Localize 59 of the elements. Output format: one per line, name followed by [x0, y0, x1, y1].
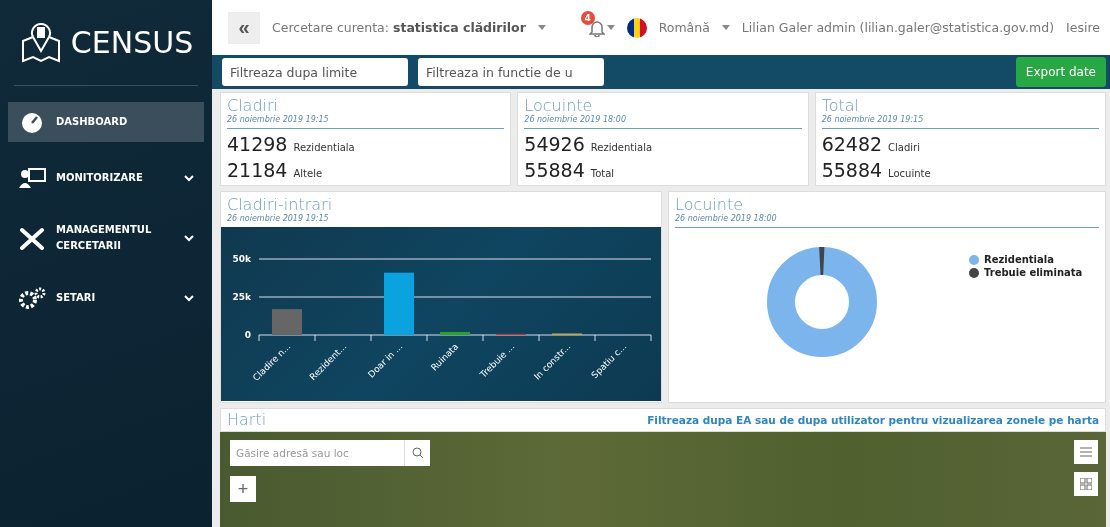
- legend-label: Trebuie eliminata: [984, 267, 1083, 278]
- card-date: 26 noiembrie 2019 19:15: [227, 214, 330, 223]
- stat-label: Rezidentiala: [293, 142, 355, 153]
- caret-icon: [721, 25, 730, 30]
- stat-value: 55884: [821, 159, 883, 181]
- caret-icon: [606, 25, 615, 30]
- layers-menu-icon[interactable]: [1074, 440, 1098, 464]
- stat-value: 21184: [227, 159, 288, 181]
- card-date: 26 noiembrie 2019 19:15: [821, 115, 1099, 129]
- axis-tick-label: 0: [244, 330, 251, 340]
- filter-field[interactable]: Filtreaza dupa limite: [222, 58, 408, 86]
- axis-tick-label: 50k: [232, 254, 251, 264]
- chevron-down-icon: [184, 294, 194, 302]
- caret-icon: [537, 25, 546, 30]
- user-name[interactable]: Lilian Galer admin (lilian.galer@statistica.gov.md): [741, 20, 1055, 35]
- sidebar-item[interactable]: MONITORIZARE: [8, 158, 204, 198]
- grid-icon[interactable]: [1074, 472, 1098, 496]
- map-hint: Filtreaza dupa EA sau de dupa utilizator pentru vizualizarea zonele pe harta: [647, 414, 1099, 426]
- current-research[interactable]: Cercetare curenta: statistica clădirilor: [272, 20, 526, 35]
- card-date: 26 noiembrie 2019 18:00: [524, 115, 802, 129]
- stat-label: Total: [590, 168, 615, 179]
- card-title: Total: [821, 97, 861, 115]
- bar: [384, 272, 414, 335]
- brand-name: CENSUS: [70, 25, 194, 60]
- language-selector[interactable]: Română: [658, 20, 710, 35]
- sidebar-item[interactable]: SETARI: [8, 278, 204, 318]
- card-title: Locuinte: [524, 97, 594, 115]
- notification-count: 4: [580, 10, 595, 25]
- tools-icon: [18, 226, 46, 250]
- stat-label: Rezidentiala: [590, 142, 653, 153]
- card-date: 26 noiembrie 2019 18:00: [675, 214, 1099, 228]
- chevron-down-icon: [184, 174, 194, 182]
- card-title: Locuinte: [675, 196, 745, 214]
- satellite-map[interactable]: Găsire adresă sau loc +: [220, 432, 1106, 527]
- chevron-down-icon: [184, 234, 194, 242]
- card-title: Harti: [227, 411, 267, 429]
- gears-icon: [18, 286, 46, 310]
- stat-value: 54926: [524, 133, 585, 155]
- stat-value: 55884: [524, 159, 585, 181]
- bar: [272, 309, 302, 335]
- stat-label: Cladiri: [888, 142, 920, 153]
- zoom-in-button[interactable]: +: [230, 476, 256, 502]
- card-date: 26 noiembrie 2019 19:15: [227, 115, 505, 129]
- axis-tick-label: 25k: [232, 292, 251, 302]
- sidebar-item[interactable]: MANAGEMENTUL CERCETARII: [8, 214, 204, 262]
- card-title: Cladiri: [227, 97, 280, 115]
- stat-label: Altele: [293, 168, 323, 179]
- bar: [440, 331, 470, 335]
- stat-value: 62482: [821, 133, 883, 155]
- filter-field[interactable]: Filtreaza in functie de u: [418, 58, 604, 86]
- user-monitor-icon: [18, 166, 46, 190]
- flag-icon: [626, 17, 647, 38]
- card-title: Cladiri-intrari: [227, 196, 334, 214]
- stat-value: 41298: [227, 133, 288, 155]
- stat-label: Locuinte: [888, 168, 931, 179]
- sidebar-item[interactable]: DASHBOARD: [8, 102, 204, 142]
- collapse-button[interactable]: «: [228, 11, 260, 44]
- logout-link[interactable]: Iesire: [1066, 20, 1100, 35]
- legend-label: Rezidentiala: [984, 254, 1054, 265]
